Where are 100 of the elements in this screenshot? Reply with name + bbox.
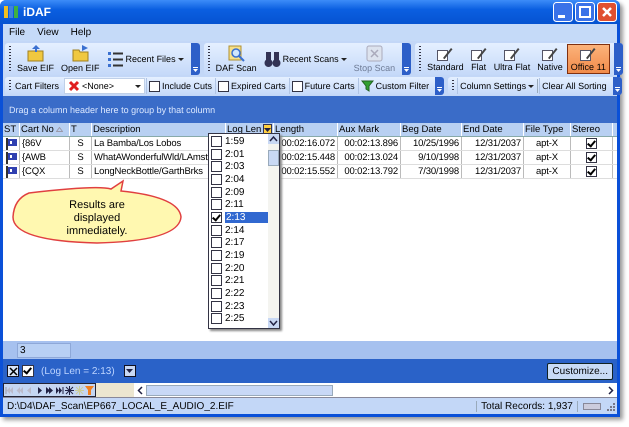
menu-item[interactable]: View [37,27,59,38]
style-button[interactable]: Office 11 [566,44,610,74]
navigator[interactable] [3,383,96,397]
keyboard-icon [583,402,601,410]
first-record-icon [5,386,14,394]
toolbar-options-button[interactable] [402,43,412,75]
app-icon [4,6,18,18]
overflow-icon [614,67,622,73]
checkbox[interactable] [586,166,597,177]
clear-sorting-button[interactable]: Clear All Sorting [539,78,609,94]
folder-arrow-icon [27,45,44,62]
filter-option[interactable]: 2:25 [209,312,268,326]
scroll-up-icon [268,134,279,144]
table-cell: S [70,165,92,178]
filter-option[interactable]: 2:21 [209,274,268,288]
toolbar-options-button[interactable] [614,43,623,75]
magnifier-icon [228,45,245,62]
checkbox[interactable] [22,365,34,377]
scroll-thumb[interactable] [146,385,333,396]
maximize-icon [575,2,595,22]
filter-combo[interactable]: <None> [64,78,146,94]
toolbar-button[interactable]: DAF Scan [212,44,260,74]
column-header[interactable]: End Date [462,123,524,136]
table-cell: 12/31/2037 [462,151,524,164]
checkbox[interactable] [586,138,597,149]
table-cell: {AWB [20,151,70,164]
column-header[interactable]: ST [3,123,20,136]
row-count: 3 [17,342,71,358]
menu-item[interactable]: Help [70,27,92,38]
toolbar-options-button[interactable] [435,77,444,95]
overflow-icon [614,87,621,93]
minimize-icon [553,2,573,22]
toolbar-label: Cart Filters [14,81,60,91]
customize-button[interactable]: Customize... [547,362,613,380]
filter-option[interactable]: 2:22 [209,287,268,300]
column-header[interactable]: Aux Mark [338,123,401,136]
style-button[interactable]: Native [534,44,566,74]
column-header[interactable]: Cart No [20,123,70,136]
binoculars-icon [264,50,281,68]
funnel-icon [85,386,94,394]
toolbar-button[interactable]: Open EIF [58,44,103,74]
filter-history-button[interactable] [124,365,136,377]
flag-icon [6,166,16,178]
dropdown-button[interactable]: Recent Files [104,44,187,74]
dropdown-button[interactable]: Column Settings [457,78,536,94]
clear-filter-button[interactable] [7,365,19,377]
list-icon [106,50,124,68]
column-header[interactable]: T [70,123,92,136]
style-button[interactable]: Ultra Flat [490,44,534,74]
previous-page-icon [15,386,24,394]
cross-icon [68,80,80,92]
asterisk-icon [75,386,84,394]
previous-icon [25,386,34,394]
overflow-icon [436,87,444,93]
pen-icon [504,46,520,60]
toolbar-options-button[interactable] [190,43,200,75]
filter-option[interactable]: 2:09 [209,186,268,198]
record-count: Total Records: 1,937 [476,400,578,412]
column-header[interactable]: Beg Date [401,123,462,136]
pen-icon [470,46,487,60]
scroll-left-icon [137,386,143,394]
callout-text: Results are displayed immediately. [66,199,128,238]
vertical-scrollbar[interactable] [268,134,279,328]
dropdown-button[interactable]: Recent Scans [260,44,350,74]
last-record-icon [55,386,64,394]
pen-icon [542,46,558,60]
filter-option[interactable]: 2:20 [209,262,268,275]
table-cell: 00:02:13.024 [338,151,401,164]
filter-option[interactable]: 2:17 [209,236,268,250]
filter-option[interactable]: 2:19 [209,249,268,262]
style-button[interactable]: Standard [424,44,467,74]
group-by-hint: Drag a column header here to group by that column [9,104,216,114]
stop-icon [366,45,383,62]
column-header[interactable]: Stereo [571,123,613,136]
checkbox[interactable] [586,152,597,163]
toolbar-options-button[interactable] [612,77,622,95]
style-button[interactable]: Flat [468,44,490,74]
toolbar-button[interactable]: Save EIF [14,44,58,74]
column-header[interactable]: File Type [524,123,571,136]
overflow-icon [192,67,199,73]
filter-option[interactable]: 2:11 [209,198,268,212]
table-cell: apt-X [524,137,571,150]
table-cell: 9/10/1998 [401,151,462,164]
filter-option[interactable]: 2:14 [209,224,268,236]
custom-filter-button[interactable]: Custom Filter [358,78,432,94]
close-icon [597,2,617,22]
table-cell: {CQX [20,165,70,178]
table-cell: {86V [20,137,70,150]
checkbox[interactable]: Expired Carts [215,78,288,94]
resize-grip-icon [606,402,615,410]
table-cell: apt-X [524,165,571,178]
scroll-down-icon [268,318,279,328]
pen-icon [437,46,454,60]
open-folder-icon [72,45,89,62]
scroll-thumb[interactable] [268,150,279,166]
flag-icon [6,152,16,164]
checkbox[interactable]: Include Cuts [146,78,214,94]
filter-option[interactable]: 2:23 [209,300,268,313]
menu-item[interactable]: File [9,27,26,38]
checkbox[interactable]: Future Carts [288,78,357,94]
